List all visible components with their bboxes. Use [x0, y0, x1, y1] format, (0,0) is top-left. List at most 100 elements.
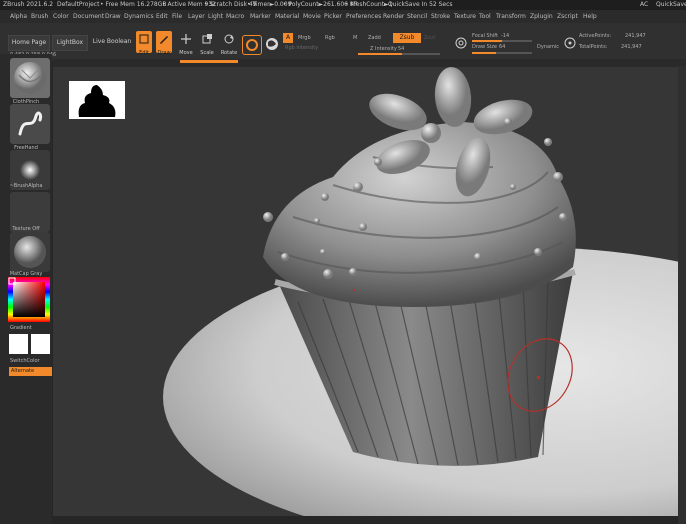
- menu-edit[interactable]: Edit: [156, 10, 168, 23]
- m-button[interactable]: M: [353, 35, 357, 41]
- rgb-button[interactable]: Rgb: [325, 35, 335, 41]
- rotate-icon: [224, 34, 234, 44]
- secondary-color-swatch[interactable]: [31, 334, 50, 354]
- menu-movie[interactable]: Movie: [303, 10, 321, 23]
- menu-file[interactable]: File: [172, 10, 182, 23]
- menu-layer[interactable]: Layer: [188, 10, 205, 23]
- draw-size-slider[interactable]: [472, 52, 532, 54]
- menu-transform[interactable]: Transform: [496, 10, 526, 23]
- title-bar: ZBrush 2021.6.2 DefaultProject • Free Me…: [0, 0, 686, 10]
- color-picker-gradient: [8, 277, 50, 322]
- menu-dynamics[interactable]: Dynamics: [124, 10, 154, 23]
- material-thumbnail[interactable]: [10, 232, 50, 272]
- scale-icon: [202, 34, 212, 44]
- draw-size-value: 64: [499, 44, 506, 50]
- quicksave-button[interactable]: QuickSave: [656, 0, 686, 10]
- draw-icon: [160, 36, 168, 44]
- material-sphere-button[interactable]: [264, 36, 280, 52]
- draw-label: Draw: [157, 50, 171, 56]
- move-label: Move: [179, 50, 193, 56]
- left-shelf: ClothPinch FreeHand ~BrushAlpha Texture …: [0, 54, 52, 524]
- menu-preferences[interactable]: Preferences: [346, 10, 381, 23]
- menu-stencil[interactable]: Stencil: [407, 10, 427, 23]
- brush-thumbnail[interactable]: [10, 58, 50, 98]
- stroke-thumbnail[interactable]: [10, 104, 50, 144]
- menu-render[interactable]: Render: [383, 10, 404, 23]
- ring-icon: [246, 39, 258, 51]
- rotate-mode-button[interactable]: Rotate: [220, 31, 238, 56]
- move-icon: [181, 34, 191, 44]
- active-points-value: 241,947: [625, 33, 646, 39]
- lazy-mouse-button[interactable]: [454, 35, 468, 49]
- brush-cursor-dot: [537, 376, 540, 379]
- quicksave-timer: QuickSave In 52 Secs: [388, 1, 453, 8]
- scale-mode-button[interactable]: Scale: [199, 31, 215, 56]
- document-canvas[interactable]: [53, 67, 686, 516]
- color-picker[interactable]: [8, 277, 50, 322]
- menu-alpha[interactable]: Alpha: [10, 10, 27, 23]
- freehand-stroke-icon: [18, 111, 42, 136]
- focal-shift-fill: [472, 40, 502, 42]
- alternate-button[interactable]: Alternate: [9, 367, 52, 376]
- canvas-top-strip: [53, 59, 686, 67]
- transp-button[interactable]: [242, 35, 262, 55]
- menu-draw[interactable]: Draw: [105, 10, 121, 23]
- rotate-label: Rotate: [220, 50, 238, 56]
- right-shelf: [678, 66, 686, 524]
- a-button[interactable]: A: [283, 33, 293, 43]
- top-toolbar: Home Page LightBox Live Boolean Edit Dra…: [0, 23, 686, 61]
- focal-shift-slider[interactable]: [472, 40, 532, 42]
- menu-zplugin[interactable]: Zplugin: [530, 10, 553, 23]
- home-page-button[interactable]: Home Page: [8, 35, 50, 51]
- menu-tool[interactable]: Tool: [479, 10, 491, 23]
- menu-document[interactable]: Document: [73, 10, 104, 23]
- menu-picker[interactable]: Picker: [324, 10, 342, 23]
- zadd-button[interactable]: Zadd: [368, 35, 381, 41]
- meshcount: • MeshCount►1: [345, 1, 393, 8]
- move-mode-button[interactable]: Move: [178, 31, 194, 56]
- menu-bar: Alpha Brush Color Document Draw Dynamics…: [0, 10, 686, 23]
- app-version: ZBrush 2021.6.2: [3, 1, 54, 8]
- cupcake-viewport: [53, 67, 686, 516]
- focal-shift-label: Focal Shift: [472, 33, 498, 39]
- draw-size-label: Draw Size: [472, 44, 497, 50]
- z-intensity-slider[interactable]: [358, 53, 440, 55]
- z-intensity-fill: [358, 53, 402, 55]
- menu-material[interactable]: Material: [275, 10, 299, 23]
- mrgb-button[interactable]: Mrgb: [298, 35, 311, 41]
- clothpinch-brush-icon: [14, 62, 46, 94]
- total-points-label: TotalPoints:: [579, 44, 608, 50]
- total-points-value: 241,947: [621, 44, 642, 50]
- spiral-icon: [455, 37, 467, 49]
- menu-help[interactable]: Help: [583, 10, 597, 23]
- active-points-label: ActivePoints:: [579, 33, 612, 39]
- menu-texture[interactable]: Texture: [454, 10, 476, 23]
- menu-macro[interactable]: Macro: [226, 10, 244, 23]
- menu-light[interactable]: Light: [208, 10, 223, 23]
- menu-zscript[interactable]: Zscript: [557, 10, 578, 23]
- lightbox-button[interactable]: LightBox: [52, 35, 88, 51]
- draw-size-fill: [472, 52, 496, 54]
- menu-brush[interactable]: Brush: [31, 10, 48, 23]
- focal-shift-value: -14: [501, 33, 510, 39]
- edit-mode-button[interactable]: Edit: [136, 31, 152, 56]
- z-intensity-label: Z Intensity: [370, 46, 397, 52]
- zcut-button[interactable]: Zcut: [424, 35, 435, 41]
- menu-color[interactable]: Color: [53, 10, 69, 23]
- scroll-indicator[interactable]: [180, 60, 238, 63]
- edit-icon: [139, 34, 149, 44]
- dynamic-button[interactable]: Dynamic: [537, 44, 559, 50]
- draw-mode-button[interactable]: Draw: [156, 31, 172, 56]
- project-name: DefaultProject: [57, 1, 100, 8]
- sphere-icon: [266, 38, 278, 50]
- main-color-swatch[interactable]: [9, 334, 28, 354]
- matcap-sphere-icon: [14, 236, 46, 268]
- menu-stroke[interactable]: Stroke: [431, 10, 450, 23]
- live-boolean-button[interactable]: Live Boolean: [90, 35, 134, 49]
- target-icon: [564, 37, 576, 49]
- ac-label: AC: [640, 1, 649, 8]
- menu-marker[interactable]: Marker: [250, 10, 271, 23]
- alpha-name: ~BrushAlpha: [9, 183, 43, 189]
- free-mem: • Free Mem 16.278GB: [100, 1, 167, 8]
- zsub-button[interactable]: Zsub: [393, 33, 421, 43]
